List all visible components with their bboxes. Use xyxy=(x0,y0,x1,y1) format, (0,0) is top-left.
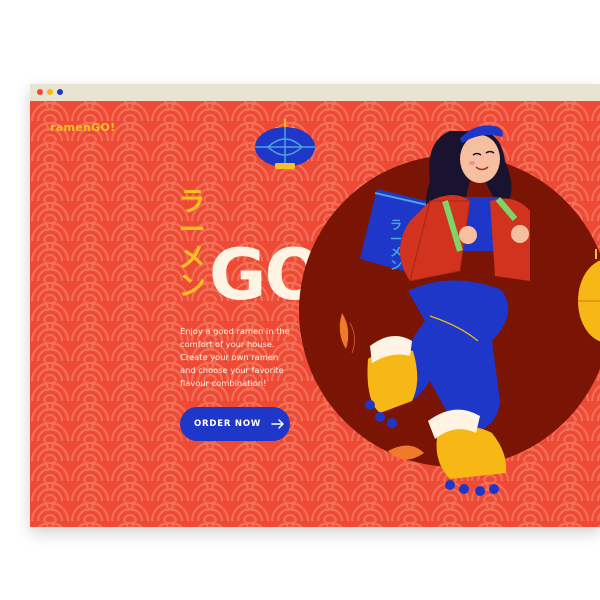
bag-kana: ン xyxy=(390,258,402,272)
bag-kana: ラ xyxy=(390,218,402,232)
face xyxy=(460,135,500,183)
hero-illustration: ラ ー メ ン xyxy=(255,119,600,496)
maximize-window-dot[interactable] xyxy=(57,89,63,95)
lantern-icon xyxy=(255,119,315,169)
hand xyxy=(511,225,529,243)
browser-window: ramenGO! ラ ー メ ン GO! Enjoy a good ramen … xyxy=(30,84,600,527)
landing-page: ramenGO! ラ ー メ ン GO! Enjoy a good ramen … xyxy=(30,101,600,527)
window-titlebar xyxy=(30,84,600,101)
minimize-window-dot[interactable] xyxy=(47,89,53,95)
close-window-dot[interactable] xyxy=(37,89,43,95)
hand xyxy=(459,226,477,244)
bag-kana: ー xyxy=(390,232,402,246)
